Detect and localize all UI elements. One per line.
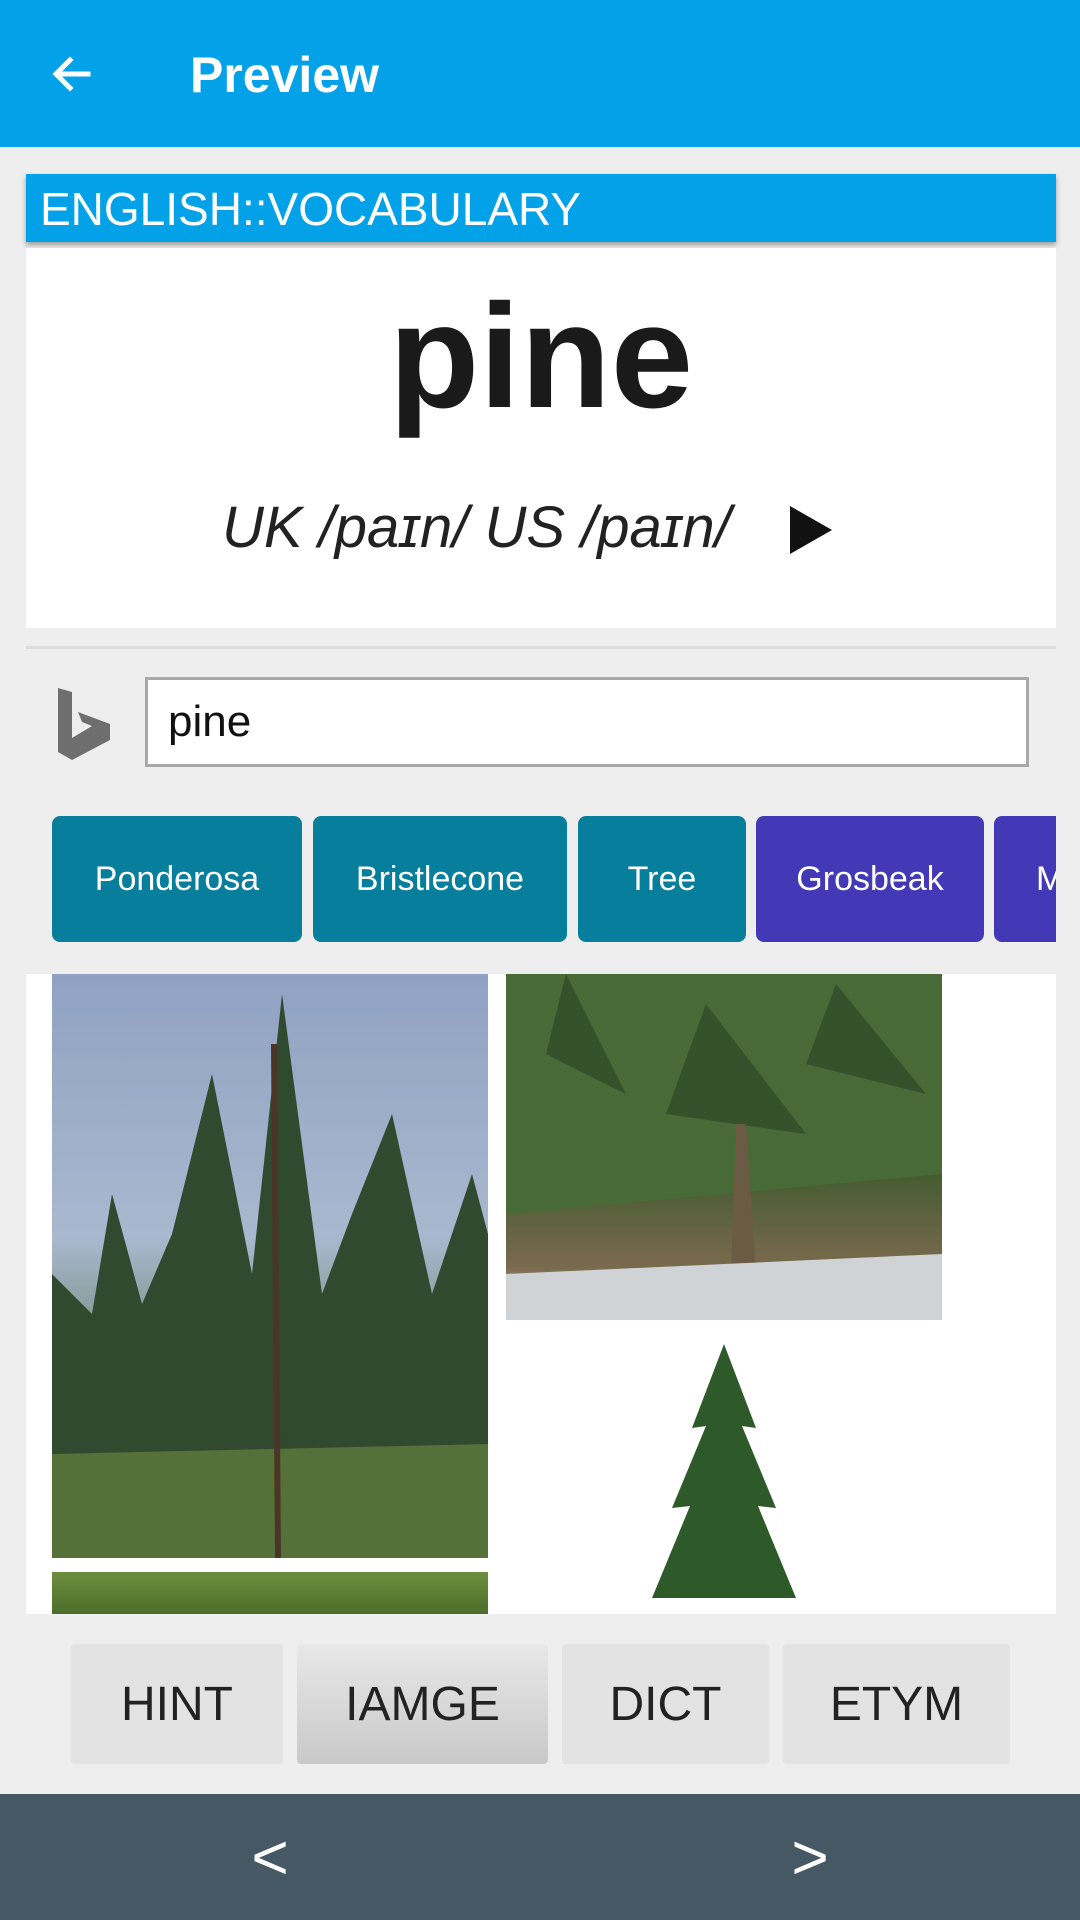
next-card-button[interactable]: > [740,1794,880,1920]
deck-name: ENGLISH::VOCABULARY [40,183,582,235]
image-result[interactable] [52,974,488,1558]
image-result[interactable] [506,974,942,1320]
chip-ponderosa[interactable]: Ponderosa [52,816,302,942]
word-title: pine [388,274,694,439]
chip-grosbeak[interactable]: Grosbeak [756,816,984,942]
play-audio-button[interactable] [782,502,838,558]
previous-card-button[interactable]: < [200,1794,340,1920]
pronunciation-text: UK /paɪn/ US /paɪn/ [222,495,731,560]
image-gallery [26,974,1056,1614]
section-tabs: HINT IAMGE DICT ETYM [0,1644,1080,1764]
deck-header: ENGLISH::VOCABULARY [26,174,1056,242]
tab-dict[interactable]: DICT [562,1644,769,1764]
divider [26,646,1056,649]
tab-hint[interactable]: HINT [71,1644,283,1764]
tab-image[interactable]: IAMGE [297,1644,548,1764]
card-navigation: < > [0,1794,1080,1920]
image-result[interactable] [506,1338,942,1614]
bing-icon[interactable] [54,686,114,762]
app-bar: Preview [0,0,1080,147]
page-title: Preview [190,47,380,103]
back-button[interactable] [40,42,104,106]
pronunciation-row: UK /paɪn/ US /paɪn/ [26,488,1056,568]
image-search-row [26,656,1056,776]
word-card: pine UK /paɪn/ US /paɪn/ [26,248,1056,628]
related-terms: Ponderosa Bristlecone Tree Grosbeak M [26,800,1056,950]
chip-tree[interactable]: Tree [578,816,746,942]
image-result[interactable] [52,1572,488,1614]
play-icon [790,506,832,554]
arrow-back-icon [52,56,91,92]
chip-more[interactable]: M [994,816,1056,942]
chip-bristlecone[interactable]: Bristlecone [313,816,567,942]
tab-etym[interactable]: ETYM [783,1644,1010,1764]
search-input[interactable] [145,677,1029,767]
